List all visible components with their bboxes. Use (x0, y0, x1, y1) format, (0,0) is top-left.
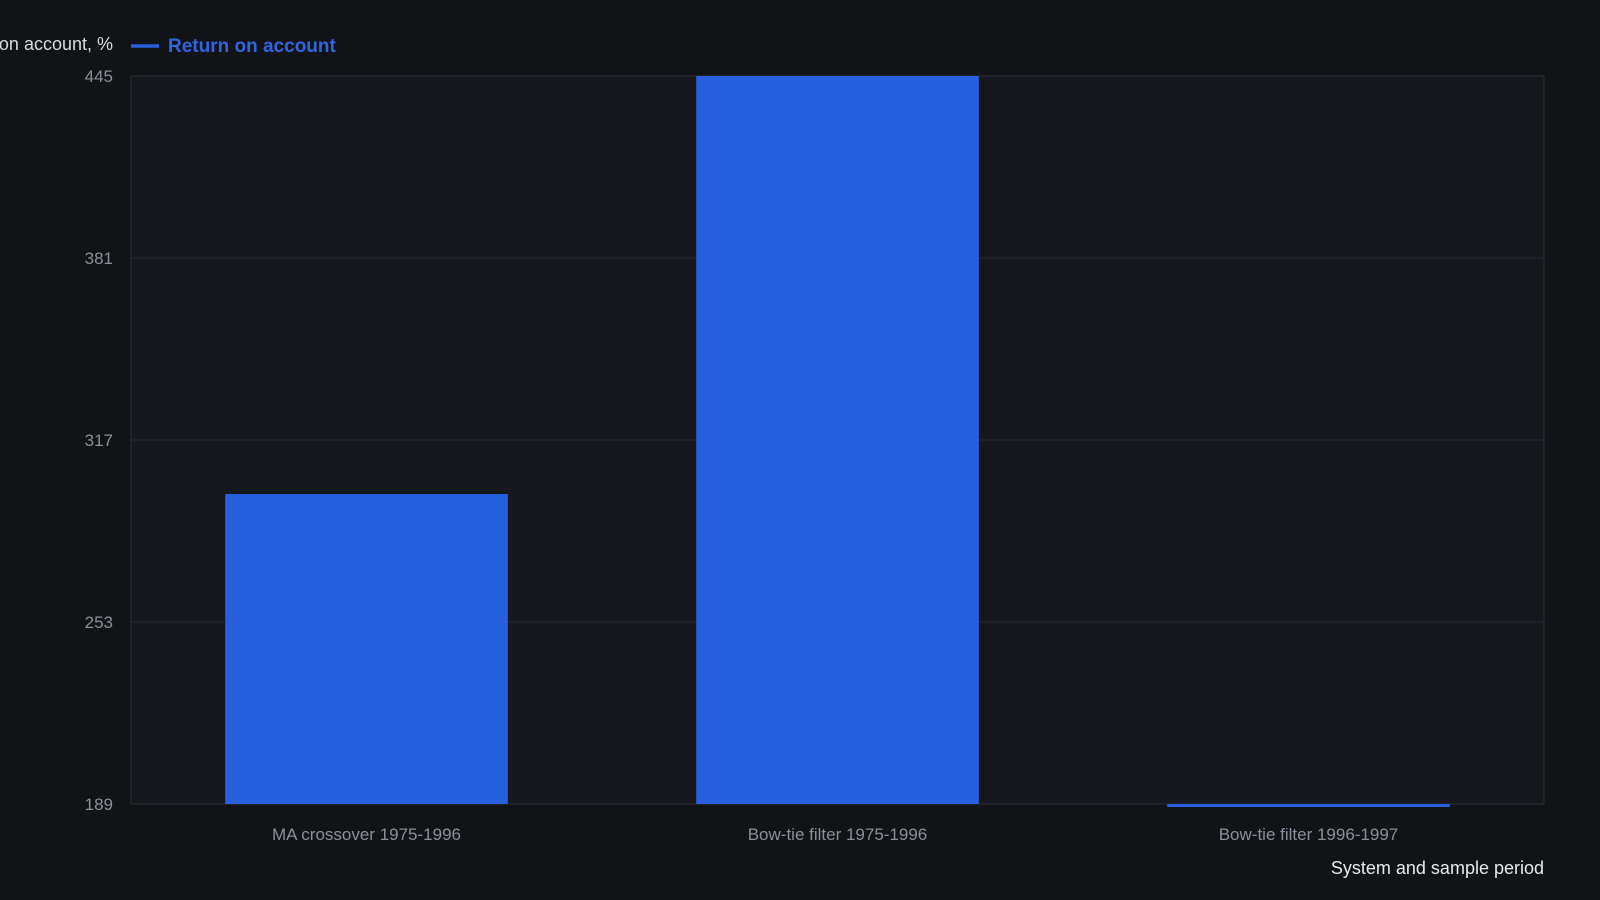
y-axis-label: Return on account, % (0, 34, 113, 54)
y-axis-ticks: 189 253 317 381 445 (85, 67, 113, 814)
x-axis-ticks: MA crossover 1975-1996 Bow-tie filter 197… (272, 825, 1398, 844)
x-tick-label: MA crossover 1975-1996 (272, 825, 461, 844)
x-axis-label: System and sample period (1331, 858, 1544, 878)
chart-canvas: 189 253 317 381 445 MA crossover 1975-1996 Bo… (0, 0, 1600, 900)
y-tick-label: 317 (85, 431, 113, 450)
x-tick-label: Bow-tie filter 1975-1996 (748, 825, 928, 844)
legend-label: Return on account (168, 36, 337, 57)
bar[interactable] (1167, 804, 1450, 807)
bar-chart: 189 253 317 381 445 MA crossover 1975-1996 Bo… (0, 34, 1545, 878)
x-tick-label: Bow-tie filter 1996-1997 (1219, 825, 1399, 844)
bar[interactable] (225, 494, 508, 804)
bar[interactable] (696, 76, 979, 804)
y-tick-label: 381 (85, 249, 113, 268)
y-tick-label: 253 (85, 613, 113, 632)
y-tick-label: 445 (85, 67, 113, 86)
y-tick-label: 189 (85, 795, 113, 814)
legend[interactable]: Return on account (131, 36, 337, 57)
